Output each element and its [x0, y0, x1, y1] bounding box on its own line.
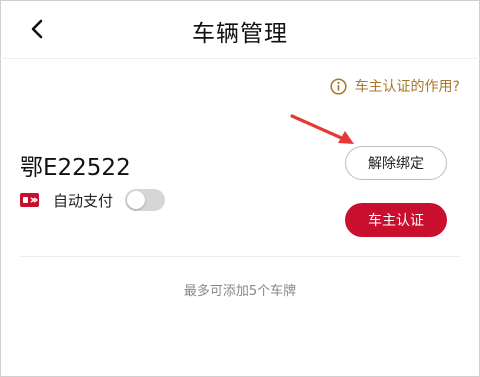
list-divider: [20, 256, 460, 257]
license-plate: 鄂E22522: [20, 155, 131, 181]
payment-card-icon: [20, 193, 39, 207]
owner-verification-help-link[interactable]: 车主认证的作用?: [330, 76, 460, 96]
autopay-toggle[interactable]: [125, 189, 166, 211]
toggle-knob: [127, 191, 146, 209]
info-circle-icon: [330, 77, 347, 95]
autopay-row: 自动支付: [20, 189, 166, 211]
plate-limit-note: 最多可添加5个车牌: [183, 284, 297, 299]
header-divider: [0, 58, 480, 59]
annotation-arrow-icon: [290, 114, 354, 144]
unbind-button[interactable]: 解除绑定: [345, 146, 447, 180]
autopay-label: 自动支付: [53, 191, 114, 210]
help-link-label: 车主认证的作用?: [354, 79, 460, 95]
page-title: 车辆管理: [192, 21, 288, 47]
owner-verification-button[interactable]: 车主认证: [345, 203, 447, 237]
